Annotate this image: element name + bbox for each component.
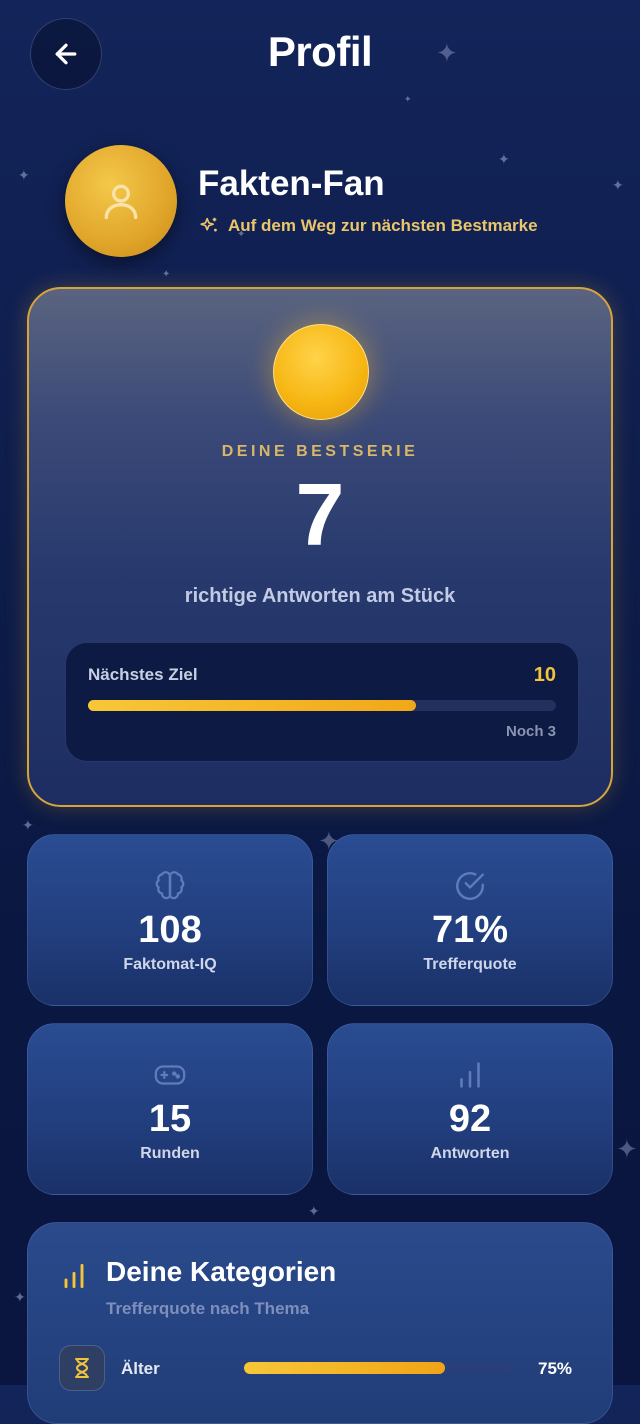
star-icon: ✦ [612, 177, 624, 193]
bar-chart-icon [328, 1058, 612, 1097]
gamepad-icon [28, 1058, 312, 1097]
page-title: Profil [267, 28, 373, 75]
streak-label: DEINE BESTSERIE [221, 443, 419, 460]
stat-card-iq[interactable]: 108 Faktomat-IQ [27, 834, 313, 1006]
sparkles-icon [200, 217, 217, 232]
streak-value: 7 [295, 465, 345, 564]
avatar[interactable] [65, 145, 177, 257]
star-icon: ✦ [162, 269, 171, 280]
stat-label: Antworten [430, 1145, 510, 1162]
bar-chart-icon [64, 1263, 84, 1289]
category-name: Älter [121, 1359, 160, 1378]
profile-subtitle-text: Auf dem Weg zur nächsten Bestmarke [228, 216, 538, 235]
categories-subtitle: Trefferquote nach Thema [106, 1299, 310, 1318]
stat-card-hit-rate[interactable]: 71% Trefferquote [327, 834, 613, 1006]
stat-value: 15 [148, 1098, 192, 1140]
star-icon: ✦ [616, 1134, 638, 1164]
brain-icon [28, 869, 312, 908]
stat-card-answers[interactable]: 92 Antworten [327, 1023, 613, 1195]
profile-name: Fakten-Fan [198, 164, 385, 203]
categories-title: Deine Kategorien [106, 1256, 337, 1287]
stat-value: 92 [448, 1098, 492, 1140]
stat-card-rounds[interactable]: 15 Runden [27, 1023, 313, 1195]
categories-card: Deine Kategorien Trefferquote nach Thema… [27, 1222, 613, 1424]
coin-icon [273, 324, 369, 420]
stat-value: 71% [431, 909, 509, 951]
star-icon: ✦ [308, 1203, 320, 1219]
stat-label: Trefferquote [423, 956, 517, 973]
hourglass-icon [59, 1345, 105, 1391]
star-icon: ✦ [18, 167, 30, 183]
next-goal-box: Nächstes Ziel 10 Noch 3 [65, 642, 579, 762]
next-goal-progress-fill [88, 700, 416, 711]
star-icon: ✦ [14, 1289, 26, 1305]
check-circle-icon [328, 869, 612, 908]
stat-label: Faktomat-IQ [123, 956, 217, 973]
next-goal-label: Nächstes Ziel [88, 665, 198, 684]
user-icon [104, 184, 138, 220]
best-streak-card: DEINE BESTSERIE 7 richtige Antworten am … [27, 287, 613, 807]
page-header: Profil [0, 0, 640, 110]
streak-description: richtige Antworten am Stück [184, 585, 456, 607]
next-goal-remaining: Noch 3 [505, 723, 556, 740]
stat-value: 108 [138, 909, 202, 951]
category-percent: 75% [538, 1359, 573, 1378]
next-goal-value: 10 [533, 664, 556, 686]
profile-subtitle: Auf dem Weg zur nächsten Bestmarke [198, 215, 538, 237]
category-progress [244, 1362, 512, 1374]
star-icon: ✦ [498, 151, 510, 167]
star-icon: ✦ [22, 817, 34, 833]
stat-label: Runden [140, 1145, 200, 1162]
next-goal-progress [88, 700, 556, 711]
category-progress-fill [244, 1362, 445, 1374]
